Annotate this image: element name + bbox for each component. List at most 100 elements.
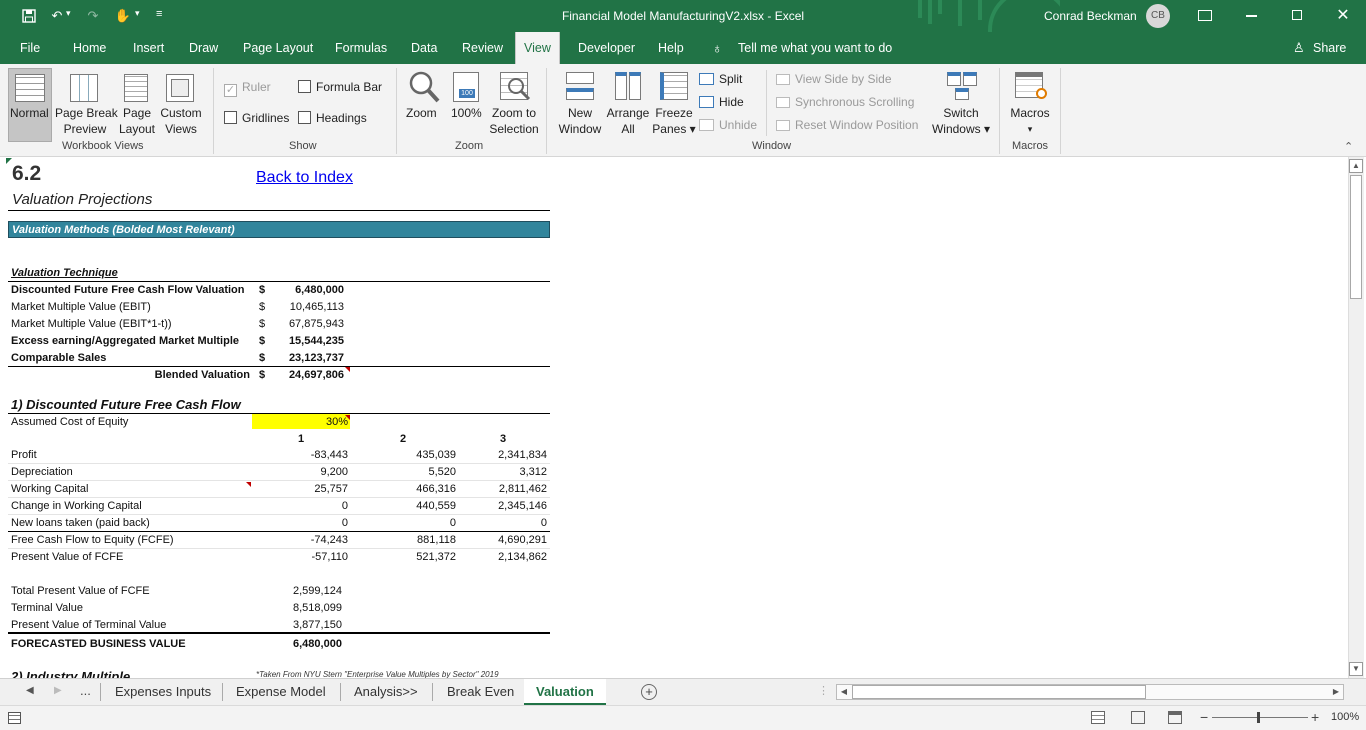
dcf-cell[interactable]: -57,110	[268, 550, 349, 564]
tab-page-layout[interactable]: Page Layout	[243, 41, 313, 55]
new-window-label-2[interactable]: Window	[555, 121, 605, 137]
dcf-cell[interactable]: -74,243	[268, 533, 348, 547]
page-layout-status-icon[interactable]	[1131, 711, 1145, 724]
tell-me-box[interactable]: Tell me what you want to do	[738, 41, 892, 55]
zoom-to-selection-label-1[interactable]: Zoom to	[486, 105, 542, 121]
ruler-checkbox[interactable]: ✓ Ruler	[224, 79, 271, 97]
dcf-cell[interactable]: 2,341,834	[467, 448, 547, 462]
vertical-scroll-thumb[interactable]	[1350, 175, 1362, 299]
tab-data[interactable]: Data	[411, 41, 437, 55]
tab-insert[interactable]: Insert	[133, 41, 164, 55]
dcf-cell[interactable]: 5,520	[376, 465, 456, 479]
close-icon[interactable]: ✕	[1336, 7, 1350, 24]
page-break-label-1[interactable]: Page Break	[55, 105, 118, 121]
freeze-panes-label-1[interactable]: Freeze	[652, 105, 696, 121]
dcf-cell[interactable]: 2,811,462	[467, 482, 547, 496]
dcf-cell[interactable]: 0	[268, 516, 348, 530]
ribbon-display-options-icon[interactable]	[1198, 10, 1212, 21]
new-window-label-1[interactable]: New	[555, 105, 605, 121]
dcf-cell[interactable]: 0	[467, 516, 547, 530]
tab-view[interactable]: View	[515, 32, 560, 65]
worksheet[interactable]: 6.2 Back to Index Valuation Projections …	[0, 157, 1366, 678]
technique-value[interactable]: 23,123,737	[272, 351, 344, 365]
add-sheet-icon[interactable]: +	[641, 684, 657, 700]
dcf-cell[interactable]: 3,312	[467, 465, 547, 479]
macros-button[interactable]: Macros	[1008, 105, 1052, 121]
dcf-cell[interactable]: 25,757	[268, 482, 348, 496]
switch-windows-label-2[interactable]: Windows ▾	[930, 121, 992, 137]
blended-valuation-value[interactable]: 24,697,806	[272, 368, 344, 382]
sheet-tab-valuation[interactable]: Valuation	[524, 679, 606, 705]
reset-window-position-button[interactable]: Reset Window Position	[776, 117, 918, 133]
tab-developer[interactable]: Developer	[578, 41, 635, 55]
zoom-slider-track[interactable]	[1212, 717, 1308, 718]
dcf-cell[interactable]: -83,443	[268, 448, 348, 462]
formula-bar-checkbox[interactable]: Formula Bar	[298, 79, 382, 95]
back-to-index-link[interactable]: Back to Index	[256, 169, 353, 187]
headings-checkbox[interactable]: Headings	[298, 110, 367, 126]
dcf-cell[interactable]: 881,118	[376, 533, 456, 547]
technique-value[interactable]: 67,875,943	[272, 317, 344, 331]
scroll-down-icon[interactable]: ▼	[1349, 662, 1363, 676]
summary-value[interactable]: 3,877,150	[293, 618, 342, 632]
summary-value[interactable]: 2,599,124	[293, 584, 342, 598]
custom-views-label-1[interactable]: Custom	[158, 105, 204, 121]
cost-of-equity-value[interactable]: 30%	[252, 415, 348, 429]
scroll-left-icon[interactable]: ◀	[837, 685, 851, 699]
dcf-cell[interactable]: 2,345,146	[467, 499, 547, 513]
zoom-to-selection-label-2[interactable]: Selection	[486, 121, 542, 137]
synchronous-scrolling-button[interactable]: Synchronous Scrolling	[776, 94, 914, 110]
macros-dropdown-icon[interactable]: ▾	[1008, 121, 1052, 137]
sheet-tab-analysis[interactable]: Analysis>>	[342, 679, 430, 705]
zoom-100-button[interactable]: 100%	[451, 105, 482, 121]
normal-view-status-icon[interactable]	[1091, 711, 1105, 724]
dcf-cell[interactable]: 440,559	[376, 499, 456, 513]
next-sheet-icon[interactable]: ▶	[54, 685, 62, 696]
zoom-in-icon[interactable]: +	[1311, 709, 1319, 725]
sheet-tab-break-even[interactable]: Break Even	[435, 679, 526, 705]
avatar[interactable]: CB	[1146, 4, 1170, 28]
freeze-panes-label-2[interactable]: Panes ▾	[652, 121, 696, 137]
technique-value[interactable]: 6,480,000	[272, 283, 344, 297]
custom-views-label-2[interactable]: Views	[158, 121, 204, 137]
page-layout-label-2[interactable]: Layout	[118, 121, 156, 137]
zoom-level[interactable]: 100%	[1331, 711, 1359, 723]
prev-sheet-icon[interactable]: ◀	[26, 685, 34, 696]
macro-record-icon[interactable]	[8, 712, 21, 724]
zoom-slider-thumb[interactable]	[1257, 712, 1260, 723]
page-layout-label-1[interactable]: Page	[118, 105, 156, 121]
technique-value[interactable]: 15,544,235	[272, 334, 344, 348]
tab-file[interactable]: File	[20, 41, 40, 55]
tab-home[interactable]: Home	[73, 41, 106, 55]
dcf-cell[interactable]: 435,039	[376, 448, 456, 462]
unhide-button[interactable]: Unhide	[699, 117, 757, 133]
zoom-out-icon[interactable]: −	[1200, 709, 1208, 725]
hide-button[interactable]: Hide	[699, 94, 744, 110]
dcf-cell[interactable]: 0	[268, 499, 348, 513]
page-break-label-2[interactable]: Preview	[55, 121, 115, 137]
sheet-tab-expenses-inputs[interactable]: Expenses Inputs	[103, 679, 223, 705]
arrange-all-label-1[interactable]: Arrange	[604, 105, 652, 121]
dcf-cell[interactable]: 0	[376, 516, 456, 530]
view-side-by-side-button[interactable]: View Side by Side	[776, 71, 892, 87]
tab-review[interactable]: Review	[462, 41, 503, 55]
tab-draw[interactable]: Draw	[189, 41, 218, 55]
sheet-tab-expense-model[interactable]: Expense Model	[224, 679, 338, 705]
tab-help[interactable]: Help	[658, 41, 684, 55]
user-name[interactable]: Conrad Beckman	[1044, 9, 1137, 23]
scroll-up-icon[interactable]: ▲	[1349, 159, 1363, 173]
zoom-icon[interactable]	[408, 70, 440, 104]
switch-windows-label-1[interactable]: Switch	[930, 105, 992, 121]
summary-value[interactable]: 8,518,099	[293, 601, 342, 615]
tab-split-handle-icon[interactable]: ⋮	[818, 684, 829, 697]
restore-icon[interactable]	[1292, 10, 1302, 20]
horizontal-scroll-thumb[interactable]	[852, 685, 1146, 699]
dcf-cell[interactable]: 2,134,862	[467, 550, 547, 564]
split-button[interactable]: Split	[699, 71, 742, 87]
zoom-label[interactable]: Zoom	[406, 105, 437, 121]
technique-value[interactable]: 10,465,113	[272, 300, 344, 314]
scroll-right-icon[interactable]: ▶	[1329, 685, 1343, 699]
forecast-value[interactable]: 6,480,000	[293, 637, 342, 651]
gridlines-checkbox[interactable]: Gridlines	[224, 110, 289, 126]
share-button[interactable]: Share	[1313, 41, 1346, 55]
